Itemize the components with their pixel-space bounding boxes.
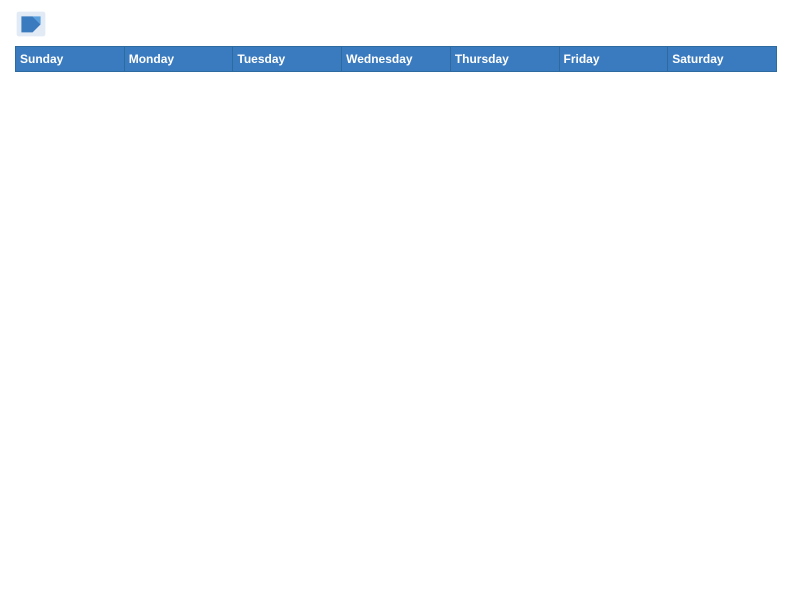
logo — [15, 10, 51, 38]
day-header-wednesday: Wednesday — [342, 47, 451, 72]
day-header-sunday: Sunday — [16, 47, 125, 72]
calendar-table: SundayMondayTuesdayWednesdayThursdayFrid… — [15, 46, 777, 72]
logo-icon — [15, 10, 47, 38]
day-header-thursday: Thursday — [450, 47, 559, 72]
day-header-tuesday: Tuesday — [233, 47, 342, 72]
header — [15, 10, 777, 38]
day-header-saturday: Saturday — [668, 47, 777, 72]
day-header-friday: Friday — [559, 47, 668, 72]
main-container: SundayMondayTuesdayWednesdayThursdayFrid… — [0, 0, 792, 82]
days-header-row: SundayMondayTuesdayWednesdayThursdayFrid… — [16, 47, 777, 72]
day-header-monday: Monday — [124, 47, 233, 72]
